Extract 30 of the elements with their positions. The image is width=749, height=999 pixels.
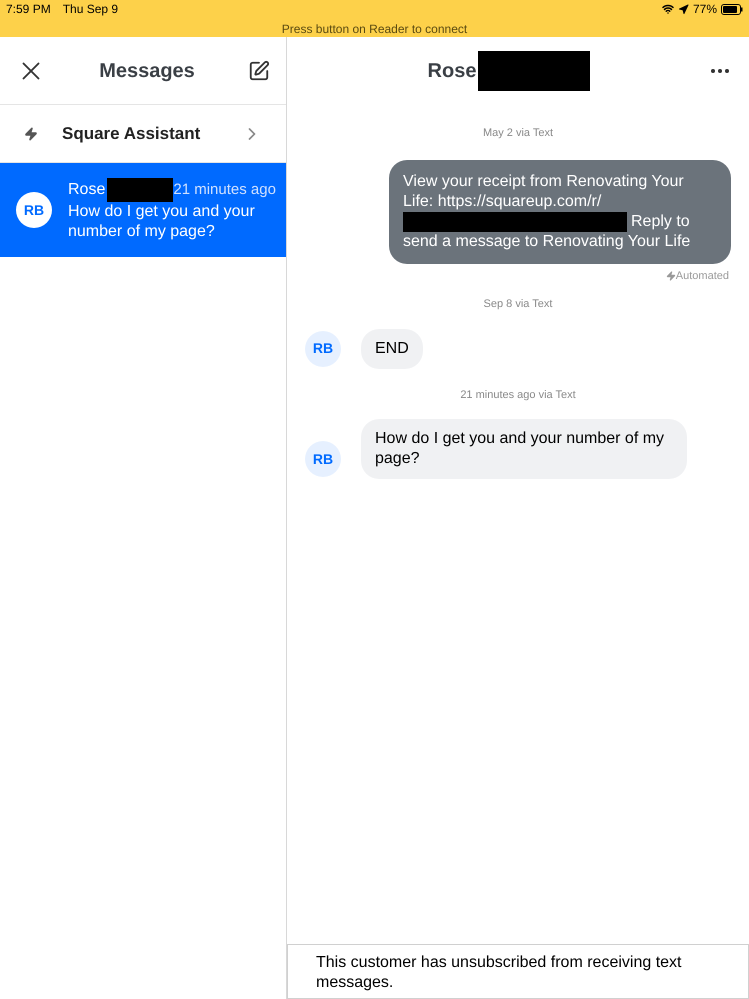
avatar: RB [305,330,341,367]
avatar: RB [305,441,341,478]
incoming-bubble: END [361,328,423,369]
date-label: May 2 via Text [482,126,554,141]
battery-icon [721,4,743,14]
more-icon [711,69,729,73]
more-button[interactable] [711,69,729,73]
automated-label: Automated [676,268,729,284]
contact-name: Rose [68,180,106,200]
wifi-icon [662,3,674,15]
outgoing-bubble: View your receipt from Renovating Your Life: https://squareup.com/r/ Reply to send a message to Renovating Your Life [389,160,731,264]
compose-icon [248,60,270,82]
unsubscribed-notice: This customer has unsubscribed from receiving text messages. [287,944,749,999]
conversation-item[interactable]: RB Rose 21 minutes ago How do I get you and your number of my page? [0,163,286,257]
status-date: Thu Sep 9 [62,1,118,18]
location-icon [678,4,689,14]
chat-title: Rose [428,59,476,84]
avatar: RB [16,192,52,228]
automated-icon [666,270,676,281]
date-label: 21 minutes ago via Text [460,388,576,403]
lightning-icon [24,126,38,140]
reader-connect-message: Press button on Reader to connect [280,21,468,38]
status-time: 7:59 PM [6,1,51,18]
battery-percent: 77% [692,1,717,18]
compose-button[interactable] [248,60,270,82]
message-preview: How do I get you and your number of my page? [68,202,256,242]
incoming-bubble: How do I get you and your number of my page? [361,419,687,480]
sidebar-title: Messages [98,58,196,84]
date-label: Sep 8 via Text [484,297,552,312]
message-time: 21 minutes ago [173,180,276,200]
